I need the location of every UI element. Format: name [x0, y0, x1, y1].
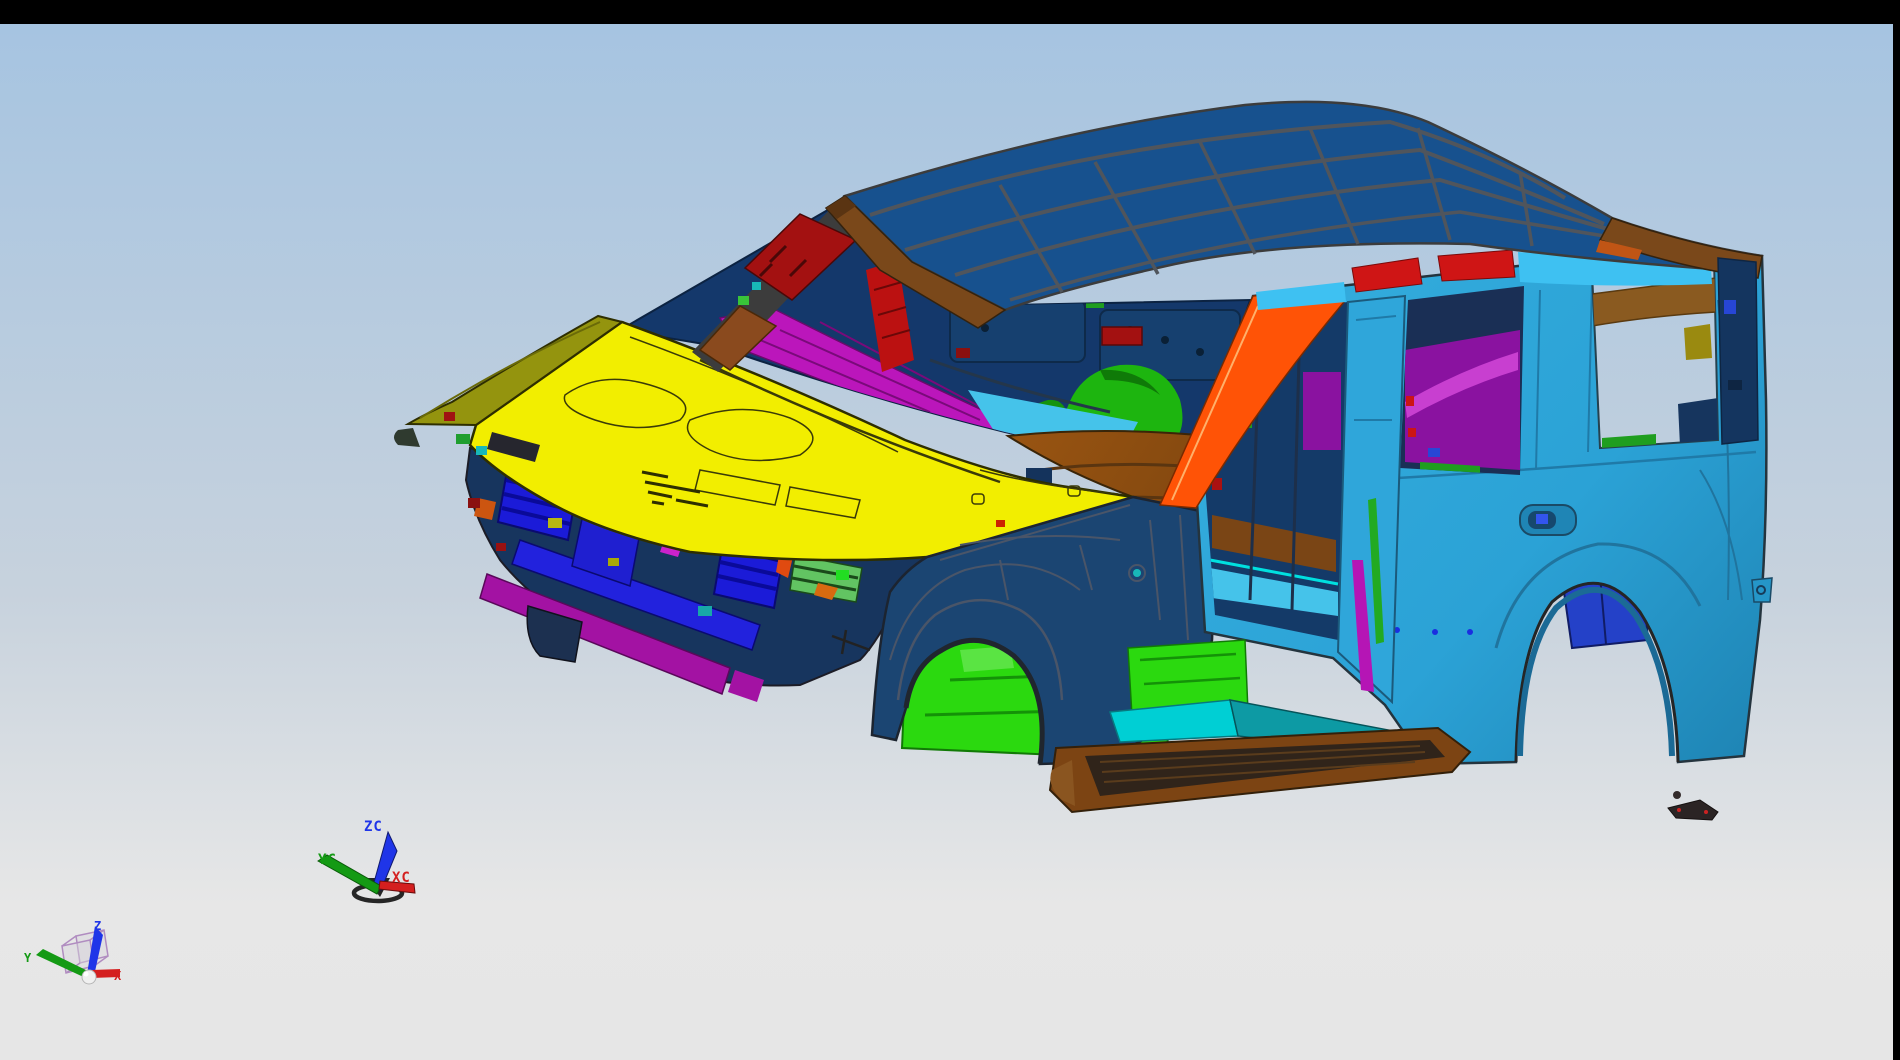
- b-pillar-surface[interactable]: [1338, 296, 1405, 702]
- cad-viewport[interactable]: ZC YC XC Z Y X: [0, 0, 1900, 1060]
- yellow-chip: [548, 518, 562, 528]
- d-pillar-chip: [1724, 300, 1736, 314]
- wcs-z-label: ZC: [364, 819, 383, 835]
- pillar-teal-chip: [752, 282, 761, 290]
- trim-blue-chip: [1428, 448, 1440, 457]
- rail-teal-chip: [476, 446, 487, 455]
- right-black-bar: [1893, 0, 1900, 1060]
- part-d-pillar[interactable]: [1718, 258, 1758, 444]
- red-chip: [956, 348, 970, 358]
- dash-hole: [1161, 336, 1169, 344]
- part-tail-bracket[interactable]: [1752, 578, 1772, 602]
- wcs-x-label: XC: [392, 870, 411, 886]
- abs-origin-highlight: [84, 972, 89, 977]
- visor-red-panel: [1102, 327, 1142, 345]
- rail-red-chip: [444, 412, 455, 421]
- abs-z-label: Z: [94, 919, 101, 933]
- door-trim-purple: [1303, 372, 1341, 450]
- yellow-chip: [608, 558, 619, 566]
- tail-tab: [1752, 578, 1772, 602]
- plug-dot: [1467, 629, 1473, 635]
- d-pillar-slot: [1728, 380, 1742, 390]
- d-pillar-frame[interactable]: [1718, 258, 1758, 444]
- part-quarter-window-aperture[interactable]: [1592, 258, 1718, 448]
- debris-red-dot: [1677, 808, 1681, 812]
- abs-y-label: Y: [24, 951, 32, 965]
- debris-red-dot: [1704, 810, 1708, 814]
- hood-red-chip: [996, 520, 1005, 527]
- pillar-green-chip: [738, 296, 749, 305]
- quarter-corner-navy: [1678, 398, 1718, 446]
- trim-red-chip: [1406, 396, 1414, 406]
- top-black-bar: [0, 0, 1900, 24]
- debris-dot[interactable]: [1673, 791, 1681, 799]
- wcs-y-label: YC: [318, 852, 337, 868]
- part-rear-window-aperture[interactable]: [1400, 286, 1524, 475]
- trim-red-chip: [1408, 428, 1416, 437]
- plug-dot: [1432, 629, 1438, 635]
- fender-hole: [1133, 569, 1141, 577]
- cant-red-strip: [1438, 250, 1515, 281]
- rail-green-chip: [456, 434, 470, 444]
- part-b-pillar[interactable]: [1338, 296, 1405, 702]
- dash-hole: [1196, 348, 1204, 356]
- teal-chip: [698, 606, 712, 616]
- green-chip: [836, 570, 849, 580]
- abs-x-label: X: [114, 969, 122, 983]
- handle-glint: [1536, 514, 1548, 524]
- quarter-tab-olive: [1684, 324, 1712, 360]
- red-chip: [496, 543, 506, 551]
- abs-origin-ball: [82, 970, 96, 984]
- red-chip: [468, 498, 480, 508]
- part-door-handle[interactable]: [1520, 505, 1576, 535]
